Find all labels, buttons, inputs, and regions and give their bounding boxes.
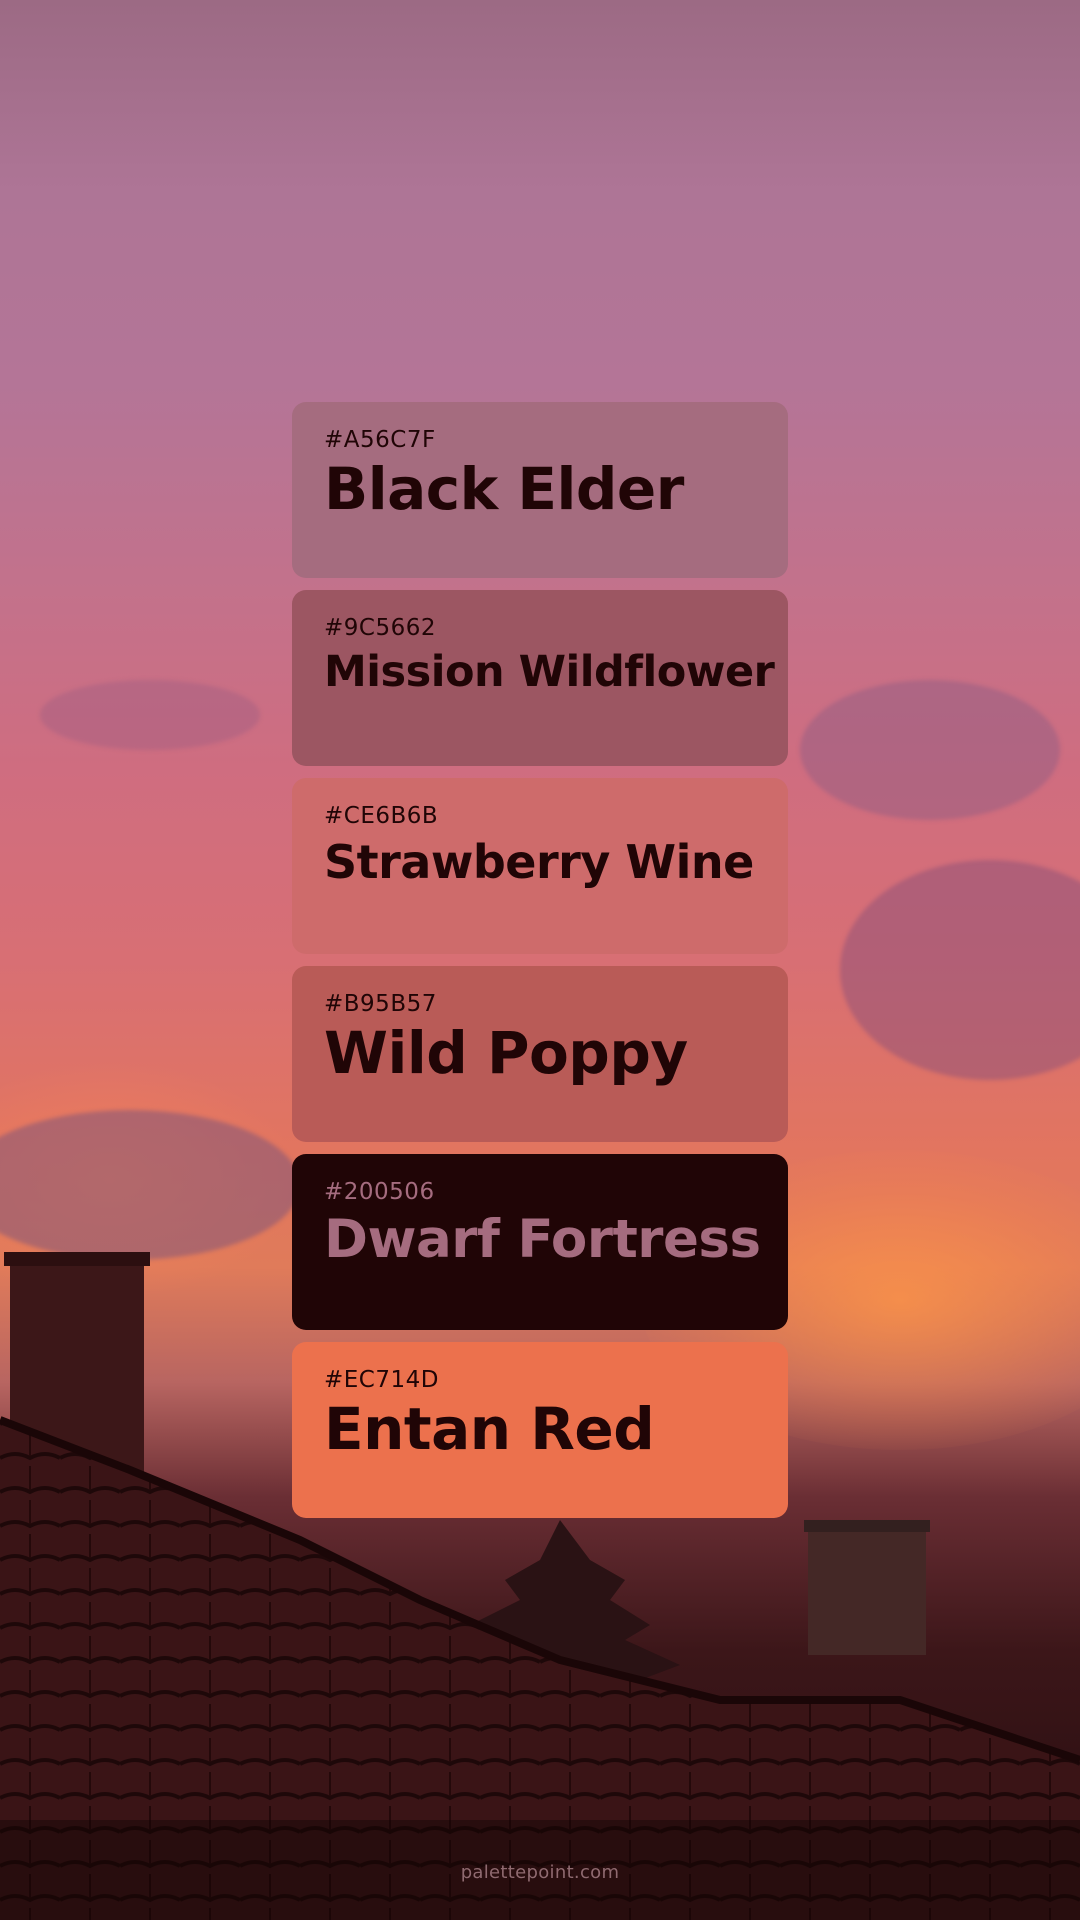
swatch-color-name: Entan Red [324, 1395, 655, 1463]
swatch-color-name: Strawberry Wine [324, 835, 754, 889]
color-swatch-card: #200506 Dwarf Fortress [292, 1154, 788, 1330]
site-credit-link[interactable]: palettepoint.com [0, 1862, 1080, 1883]
swatch-color-name: Dwarf Fortress [324, 1209, 761, 1270]
swatch-color-name: Mission Wildflower [324, 647, 775, 697]
swatch-hex-code: #EC714D [324, 1367, 439, 1393]
chimney-right [808, 1525, 926, 1655]
swatch-color-name: Wild Poppy [324, 1019, 688, 1087]
swatch-color-name: Black Elder [324, 455, 684, 523]
color-swatch-card: #CE6B6B Strawberry Wine [292, 778, 788, 954]
color-swatch-card: #9C5662 Mission Wildflower [292, 590, 788, 766]
color-swatch-card: #A56C7F Black Elder [292, 402, 788, 578]
color-palette-list: #A56C7F Black Elder #9C5662 Mission Wild… [292, 402, 788, 1530]
swatch-hex-code: #A56C7F [324, 427, 436, 453]
swatch-hex-code: #9C5662 [324, 615, 436, 641]
swatch-hex-code: #CE6B6B [324, 803, 439, 829]
color-swatch-card: #EC714D Entan Red [292, 1342, 788, 1518]
color-swatch-card: #B95B57 Wild Poppy [292, 966, 788, 1142]
swatch-hex-code: #200506 [324, 1179, 435, 1205]
swatch-hex-code: #B95B57 [324, 991, 437, 1017]
